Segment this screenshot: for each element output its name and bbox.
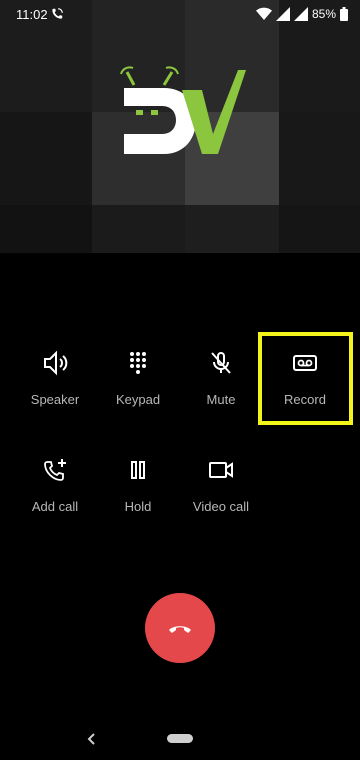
- pause-icon: [131, 461, 145, 479]
- status-bar: 11:02 85%: [0, 0, 360, 28]
- battery-percent: 85%: [311, 7, 336, 21]
- hold-button[interactable]: Hold: [96, 457, 180, 514]
- hold-label: Hold: [124, 499, 152, 514]
- end-call-button[interactable]: [145, 593, 215, 663]
- back-icon[interactable]: [86, 732, 98, 746]
- wifi-call-icon: [52, 8, 63, 19]
- add-call-icon: [44, 459, 66, 481]
- hang-up-icon: [169, 626, 191, 633]
- caller-logo-image: [120, 66, 246, 154]
- status-time: 11:02: [16, 7, 48, 22]
- speaker-label: Speaker: [30, 392, 80, 407]
- mute-label: Mute: [206, 392, 236, 407]
- keypad-icon: [130, 352, 146, 374]
- video-call-icon: [209, 462, 233, 478]
- record-icon: [293, 355, 317, 371]
- keypad-label: Keypad: [115, 392, 161, 407]
- mute-button[interactable]: Mute: [179, 350, 263, 407]
- speaker-icon: [44, 350, 68, 376]
- battery-icon: [340, 7, 348, 21]
- status-icons: 85%: [255, 7, 348, 21]
- add-call-button[interactable]: Add call: [13, 457, 97, 514]
- home-pill[interactable]: [167, 734, 193, 743]
- keypad-button[interactable]: Keypad: [96, 350, 180, 407]
- video-call-label: Video call: [192, 499, 250, 514]
- mute-icon: [211, 352, 231, 374]
- record-label: Record: [284, 392, 326, 407]
- record-button[interactable]: Record: [263, 350, 347, 407]
- video-call-button[interactable]: Video call: [179, 457, 263, 514]
- wifi-icon: [255, 7, 272, 21]
- signal-icon: [275, 7, 290, 21]
- speaker-button[interactable]: Speaker: [13, 350, 97, 407]
- signal-2-icon: [293, 7, 308, 21]
- add-call-label: Add call: [31, 499, 79, 514]
